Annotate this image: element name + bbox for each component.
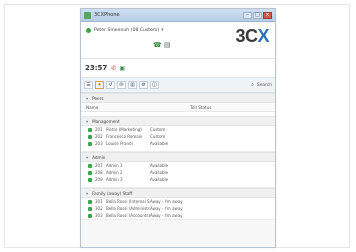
voicemail-icon[interactable]: ▤: [164, 42, 171, 49]
presence-label: Peter Smeenuh (08 Custom): [94, 28, 160, 33]
presence-status-icon: [88, 199, 92, 204]
contact-status: Custom: [150, 127, 166, 132]
group-header[interactable]: ▾ Admin: [81, 152, 275, 162]
section-title: Peers: [92, 95, 104, 101]
contact-row[interactable]: 207 Admin 1 Available: [81, 162, 275, 169]
contact-status: Custom: [150, 134, 166, 139]
contact-status: Away - I'm away: [150, 206, 183, 211]
contact-group-staff: ▾ Family (away) Staff 301 Bella Rossi (I…: [81, 188, 275, 220]
chat-tab-button[interactable]: ✉: [117, 81, 126, 89]
contact-row[interactable]: 301 Bella Rossi (Internal Sale) Away - I…: [81, 198, 275, 205]
chevron-down-icon: ▾: [86, 95, 89, 101]
app-icon: [84, 11, 91, 19]
header-icons: ☎ ▤: [153, 42, 171, 49]
presence-status-icon: [88, 163, 92, 168]
contact-group-management: ▾ Management 201 Pietro (Marketing) Cust…: [81, 116, 275, 152]
contact-name: Francesco Romani: [106, 134, 143, 139]
contact-extension: 202: [95, 134, 103, 139]
contact-status: Available: [150, 177, 169, 182]
contact-extension: 207: [95, 163, 103, 168]
app-window: 3CXPhone – □ × Peter Smeenuh (08 Custom)…: [80, 8, 276, 248]
contact-status: Available: [150, 170, 169, 175]
minimize-button[interactable]: –: [243, 11, 252, 19]
conference-tab-button[interactable]: ◫: [150, 81, 159, 89]
column-header-status[interactable]: Toll Status: [190, 105, 211, 110]
contact-name: Pietro (Marketing): [106, 127, 142, 132]
contact-extension: 208: [95, 170, 103, 175]
group-title: Admin: [92, 154, 106, 160]
brand-logo: 3CX: [235, 26, 269, 47]
presence-status-icon: [88, 177, 92, 182]
contact-list: ▾ Peers Name Toll Status ▾ Management 20…: [81, 93, 275, 220]
title-bar: 3CXPhone – □ ×: [81, 9, 275, 22]
voicemail-tab-button[interactable]: ▥: [128, 81, 137, 89]
contact-status: Available: [150, 163, 169, 168]
group-title: Family (away) Staff: [92, 190, 133, 196]
section-header-peers[interactable]: ▾ Peers: [81, 93, 275, 103]
chevron-down-icon: ▾: [86, 154, 89, 160]
history-tab-button[interactable]: ↺: [106, 81, 115, 89]
contact-status: Away - I'm away: [150, 213, 183, 218]
header-panel: Peter Smeenuh (08 Custom) ▾ 3CX ☎ ▤: [81, 22, 275, 59]
contact-group-admin: ▾ Admin 207 Admin 1 Available 208 Admin …: [81, 152, 275, 188]
brand-suffix: X: [257, 26, 269, 46]
contact-status: Away - I'm away: [150, 199, 183, 204]
column-headers: Name Toll Status: [81, 103, 275, 112]
time-bar: 23:57 ✆ ▣: [81, 59, 275, 78]
search-label[interactable]: Search: [257, 83, 272, 88]
presence-status-icon: [88, 141, 92, 146]
phone-icon[interactable]: ☎: [153, 42, 162, 49]
contact-extension: 302: [95, 206, 103, 211]
contact-name: Louise Prandi: [106, 141, 133, 146]
favorites-tab-button[interactable]: ★: [95, 81, 104, 89]
contacts-tab-button[interactable]: ☰: [84, 81, 93, 89]
contact-row[interactable]: 208 Admin 2 Available: [81, 169, 275, 176]
presence-status-icon: [88, 170, 92, 175]
settings-tab-button[interactable]: ⚙: [139, 81, 148, 89]
contact-name: Admin 3: [106, 177, 123, 182]
maximize-button[interactable]: □: [253, 11, 262, 19]
contact-extension: 201: [95, 127, 103, 132]
contact-extension: 303: [95, 213, 103, 218]
contact-row[interactable]: 201 Pietro (Marketing) Custom: [81, 126, 275, 133]
chevron-down-icon: ▾: [86, 190, 89, 196]
call-icon[interactable]: ✆: [111, 65, 116, 72]
group-header[interactable]: ▾ Management: [81, 116, 275, 126]
column-header-name[interactable]: Name: [81, 105, 190, 110]
contact-row[interactable]: 209 Admin 3 Available: [81, 176, 275, 183]
chevron-down-icon: ▾: [86, 118, 89, 124]
search-icon[interactable]: ⌕: [251, 82, 254, 88]
clock-display: 23:57: [85, 64, 108, 72]
brand-prefix: 3C: [235, 26, 258, 46]
contact-extension: 209: [95, 177, 103, 182]
group-header[interactable]: ▾ Family (away) Staff: [81, 188, 275, 198]
contact-extension: 203: [95, 141, 103, 146]
contact-row[interactable]: 303 Bella Rossi (Accounts) Away - I'm aw…: [81, 212, 275, 219]
presence-status-icon: [88, 213, 92, 218]
chevron-down-icon: ▾: [161, 28, 164, 33]
contact-name: Bella Rossi (Accounts): [106, 213, 150, 218]
presence-status-icon: [88, 127, 92, 132]
contact-status: Available: [150, 141, 169, 146]
presence-status-icon: [88, 134, 92, 139]
presence-status-icon: [86, 28, 91, 33]
close-button[interactable]: ×: [263, 11, 272, 19]
presence-status-icon: [88, 206, 92, 211]
contacts-icon[interactable]: ▣: [119, 65, 125, 72]
contact-extension: 301: [95, 199, 103, 204]
contact-name: Admin 2: [106, 170, 123, 175]
contact-name: Admin 1: [106, 163, 123, 168]
window-title: 3CXPhone: [94, 12, 120, 18]
contact-row[interactable]: 302 Bella Rossi (Administrative) Away - …: [81, 205, 275, 212]
contact-row[interactable]: 203 Louise Prandi Available: [81, 140, 275, 147]
contact-name: Bella Rossi (Administrative): [106, 206, 150, 211]
group-title: Management: [92, 118, 120, 124]
contact-row[interactable]: 202 Francesco Romani Custom: [81, 133, 275, 140]
main-toolbar: ☰ ★ ↺ ✉ ▥ ⚙ ◫ ⌕ Search: [81, 78, 275, 93]
contact-name: Bella Rossi (Internal Sale): [106, 199, 150, 204]
presence-selector[interactable]: Peter Smeenuh (08 Custom) ▾: [86, 28, 163, 33]
